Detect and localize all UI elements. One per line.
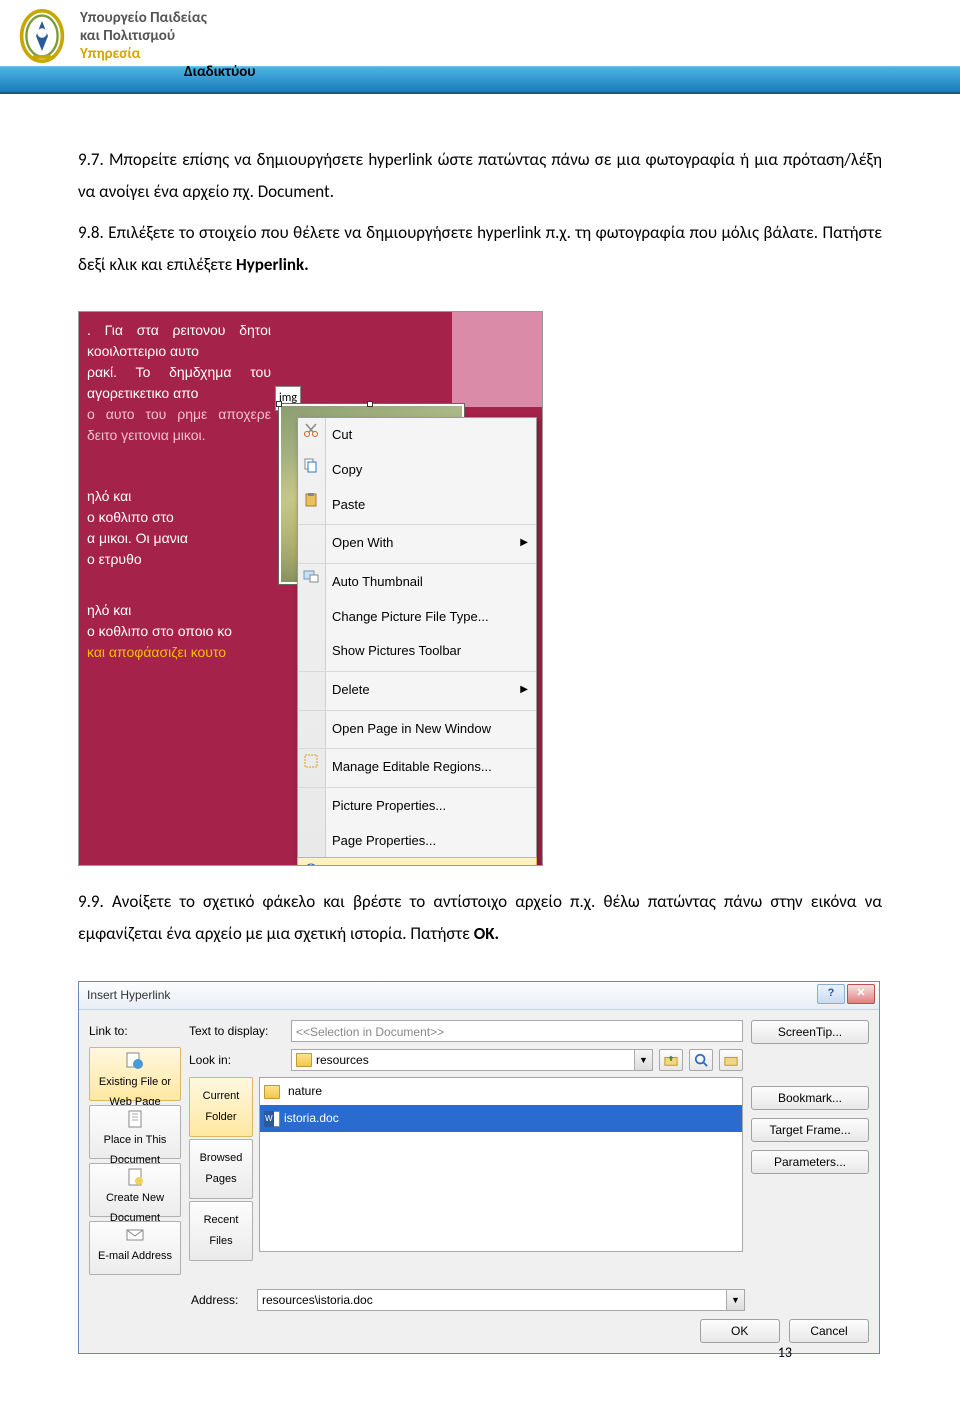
- screentip-button[interactable]: ScreenTip...: [751, 1020, 869, 1044]
- new-doc-icon: [126, 1168, 144, 1186]
- cm-auto-thumbnail[interactable]: Auto Thumbnail: [298, 563, 536, 600]
- bookmark-doc-icon: [126, 1110, 144, 1128]
- service-label: Υπηρεσία: [80, 45, 207, 63]
- globe-page-icon: [126, 1052, 144, 1070]
- chevron-right-icon: ▶: [520, 680, 528, 699]
- paragraph-9-8: 9.8. Επιλέξετε το στοιχείο που θέλετε να…: [78, 217, 882, 282]
- cm-cut[interactable]: Cut: [298, 418, 536, 453]
- target-frame-button[interactable]: Target Frame...: [751, 1118, 869, 1142]
- paste-icon: [303, 492, 319, 508]
- dialog-title: Insert Hyperlink: [87, 984, 170, 1007]
- cm-change-picture-type[interactable]: Change Picture File Type...: [298, 600, 536, 635]
- cm-paste[interactable]: Paste: [298, 488, 536, 523]
- up-folder-button[interactable]: [659, 1049, 683, 1071]
- ministry-logo: [12, 6, 72, 66]
- screenshot-context-menu: . Για στα ρειτονου δητοι κοοιλοττειριο α…: [78, 311, 543, 866]
- browse-web-button[interactable]: [689, 1049, 713, 1071]
- ok-button[interactable]: OK: [700, 1319, 780, 1343]
- internet-label: Διαδικτύου: [184, 63, 256, 81]
- email-icon: [126, 1226, 144, 1244]
- cm-open-page-new-window[interactable]: Open Page in New Window: [298, 710, 536, 747]
- page-header: Υπουργείο Παιδείας και Πολιτισμού Υπηρεσ…: [0, 0, 960, 94]
- folder-icon: [264, 1085, 280, 1099]
- header-blue-bar: Διαδικτύου: [0, 66, 960, 94]
- page-number: 13: [778, 1340, 792, 1367]
- close-button[interactable]: ✕: [847, 984, 875, 1004]
- linkto-place-in-doc[interactable]: Place in This Document: [89, 1105, 181, 1159]
- paragraph-9-7: 9.7. Μπορείτε επίσης να δημιουργήσετε hy…: [78, 144, 882, 209]
- new-folder-button[interactable]: [719, 1049, 743, 1071]
- copy-icon: [303, 457, 319, 473]
- file-list[interactable]: nature istoria.doc: [259, 1077, 743, 1252]
- paragraph-9-9: 9.9. Ανοίξετε το σχετικό φάκελο και βρέσ…: [78, 886, 882, 951]
- chevron-right-icon: ▶: [520, 533, 528, 552]
- linkto-create-new[interactable]: Create New Document: [89, 1163, 181, 1217]
- folder-icon: [296, 1053, 312, 1067]
- cancel-button[interactable]: Cancel: [789, 1319, 869, 1343]
- document-body: 9.7. Μπορείτε επίσης να δημιουργήσετε hy…: [0, 94, 960, 1404]
- subnav-browsed-pages[interactable]: Browsed Pages: [189, 1139, 253, 1199]
- look-in-select[interactable]: resources ▼: [291, 1049, 653, 1071]
- chevron-down-icon: ▼: [634, 1050, 652, 1070]
- dialog-titlebar: Insert Hyperlink ? ✕: [79, 982, 879, 1010]
- link-to-label: Link to:: [89, 1020, 181, 1043]
- bookmark-button[interactable]: Bookmark...: [751, 1086, 869, 1110]
- ministry-line1: Υπουργείο Παιδείας: [80, 9, 207, 27]
- address-input[interactable]: resources\istoria.doc ▼: [257, 1289, 745, 1311]
- linkto-email[interactable]: E-mail Address: [89, 1221, 181, 1275]
- file-row-folder[interactable]: nature: [260, 1078, 742, 1105]
- thumbnail-icon: [303, 568, 319, 584]
- globe-link-icon: [303, 862, 319, 866]
- text-to-display-input[interactable]: <<Selection in Document>>: [291, 1020, 743, 1042]
- cm-page-properties[interactable]: Page Properties...: [298, 824, 536, 859]
- cm-copy[interactable]: Copy: [298, 453, 536, 488]
- screenshot-insert-hyperlink-wrapper: Insert Hyperlink ? ✕ Link to: Existing F…: [78, 981, 882, 1385]
- cm-hyperlink[interactable]: Hyperlink...: [297, 857, 537, 866]
- help-button[interactable]: ?: [817, 984, 845, 1004]
- cm-manage-editable-regions[interactable]: Manage Editable Regions...: [298, 748, 536, 785]
- look-in-label: Look in:: [189, 1049, 285, 1072]
- address-label: Address:: [191, 1289, 251, 1312]
- cm-delete[interactable]: Delete▶: [298, 671, 536, 708]
- insert-hyperlink-dialog: Insert Hyperlink ? ✕ Link to: Existing F…: [78, 981, 880, 1355]
- linkto-existing-file[interactable]: Existing File or Web Page: [89, 1047, 181, 1101]
- regions-icon: [303, 753, 319, 769]
- cm-open-with[interactable]: Open With▶: [298, 524, 536, 561]
- scissors-icon: [303, 422, 319, 438]
- parameters-button[interactable]: Parameters...: [751, 1150, 869, 1174]
- text-to-display-label: Text to display:: [189, 1020, 285, 1043]
- ministry-line2: και Πολιτισμού: [80, 27, 207, 45]
- context-menu: Cut Copy Paste Open With▶ Auto Thumbnail…: [297, 417, 537, 866]
- header-text-block: Υπουργείο Παιδείας και Πολιτισμού Υπηρεσ…: [80, 9, 207, 63]
- subnav-current-folder[interactable]: Current Folder: [189, 1077, 253, 1137]
- editor-canvas-text: . Για στα ρειτονου δητοι κοοιλοττειριο α…: [79, 312, 279, 671]
- file-row-doc[interactable]: istoria.doc: [260, 1105, 742, 1132]
- subnav-recent-files[interactable]: Recent Files: [189, 1201, 253, 1261]
- cm-picture-properties[interactable]: Picture Properties...: [298, 787, 536, 824]
- word-doc-icon: [264, 1111, 280, 1127]
- cm-show-pictures-toolbar[interactable]: Show Pictures Toolbar: [298, 634, 536, 669]
